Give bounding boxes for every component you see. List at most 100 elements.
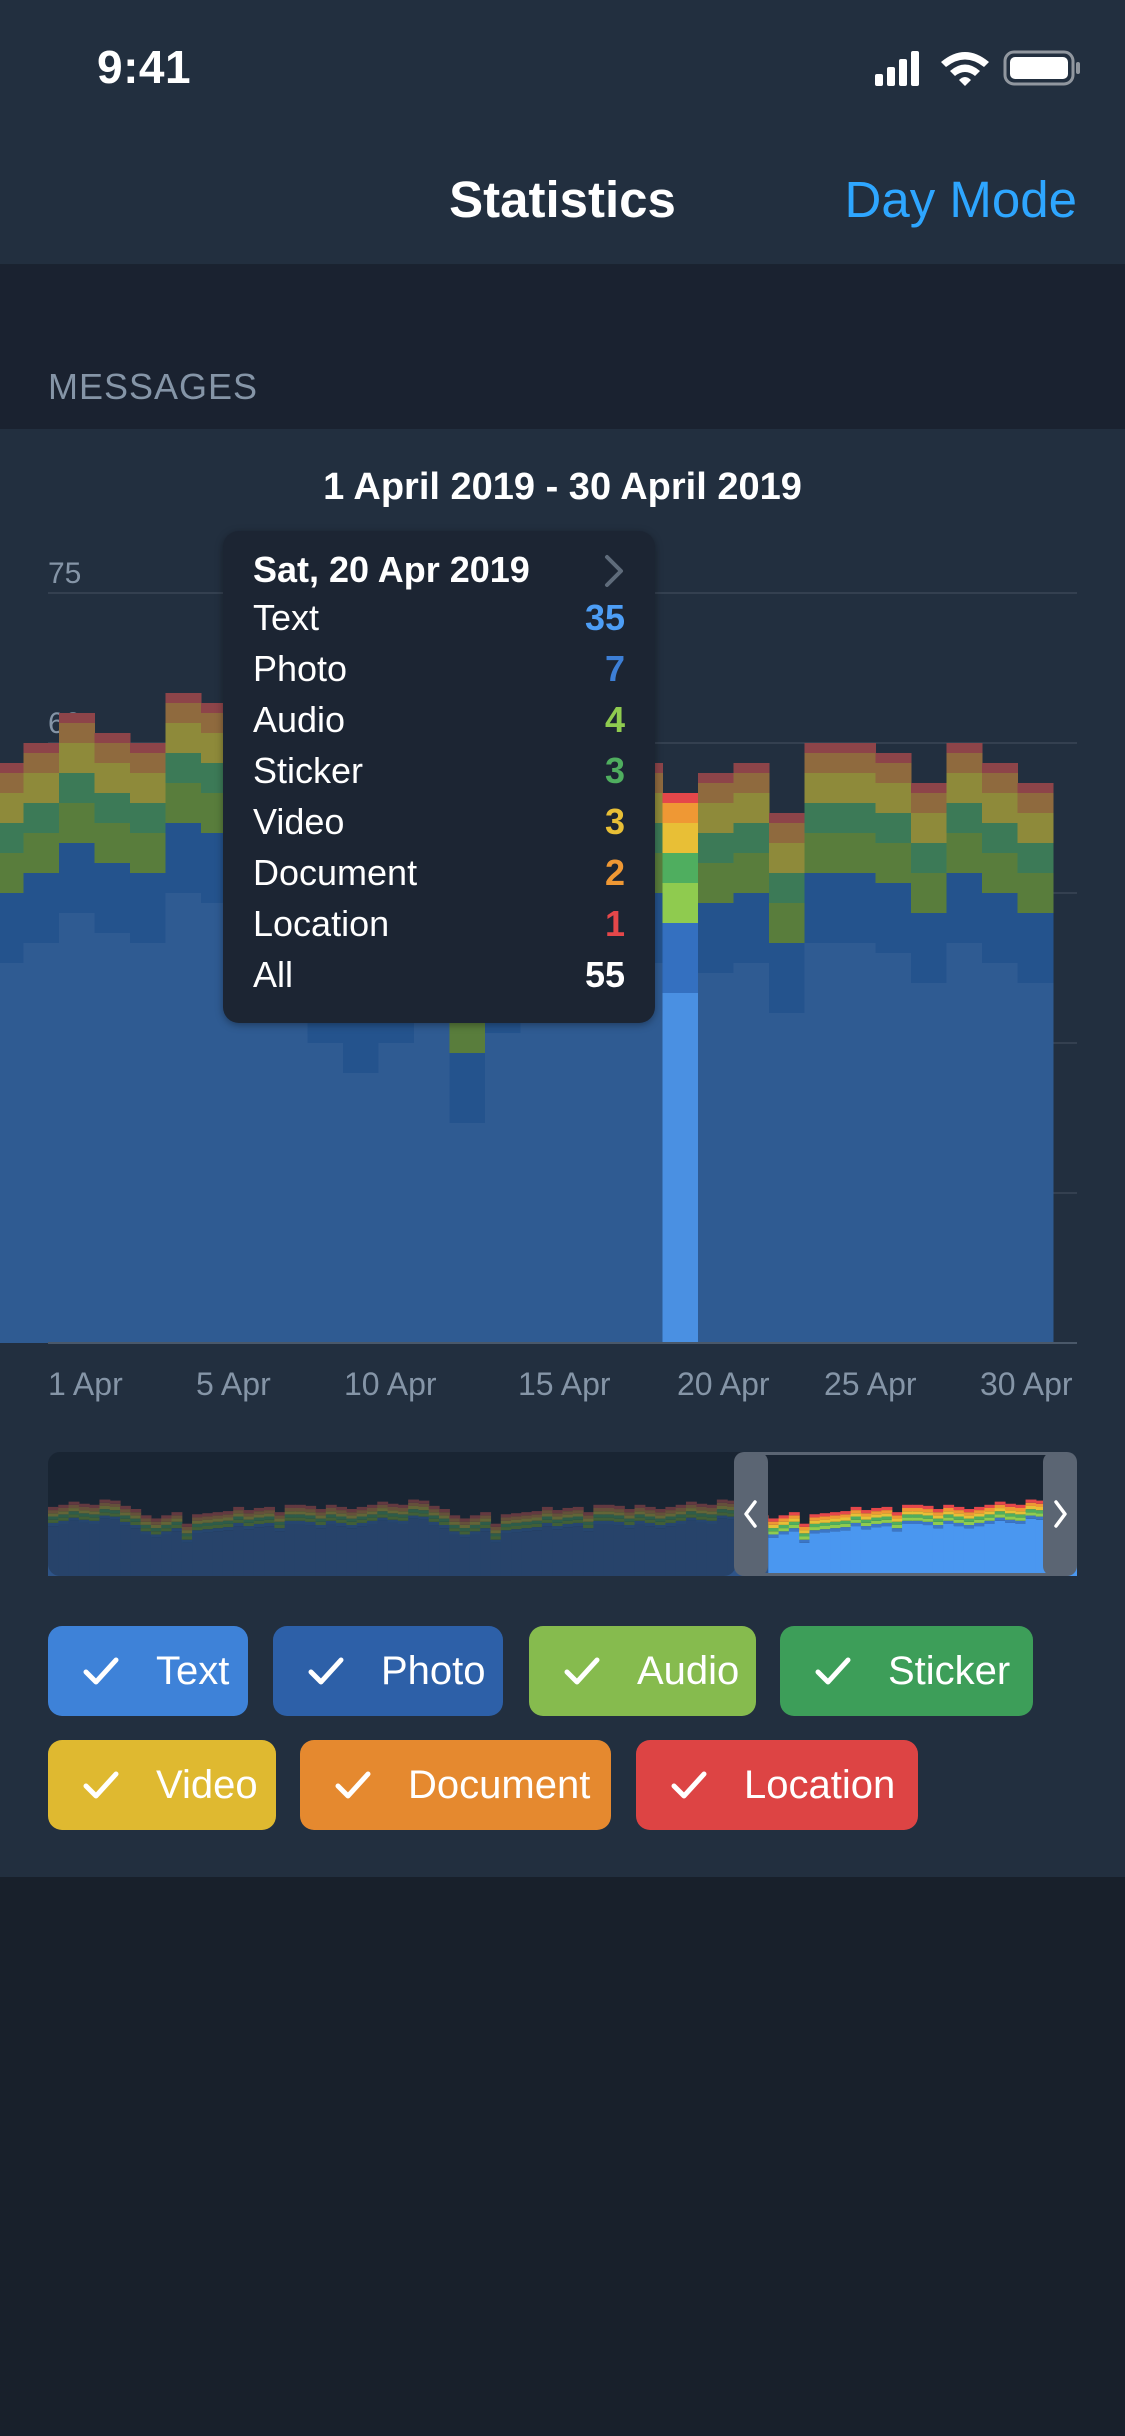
bar-segment-text[interactable] (875, 953, 912, 1343)
bar-segment-text[interactable] (307, 1043, 344, 1343)
bar-segment-sticker[interactable] (662, 853, 699, 883)
bar-segment-document[interactable] (0, 773, 24, 793)
bar-segment-document[interactable] (59, 723, 95, 743)
bar-segment-audio[interactable] (0, 853, 24, 893)
bar-segment-text[interactable] (94, 933, 131, 1343)
bar-segment-text[interactable] (591, 1003, 628, 1343)
bar-segment-text[interactable] (769, 1013, 805, 1343)
filter-chip-photo[interactable]: Photo (273, 1626, 503, 1716)
bar-segment-location[interactable] (875, 753, 912, 763)
chart-tooltip[interactable]: Sat, 20 Apr 2019 Text 35 Photo 7 Audio 4 Stick… (223, 531, 655, 1023)
bar-segment-text[interactable] (130, 943, 166, 1343)
bar-segment-document[interactable] (769, 823, 805, 843)
bar-segment-video[interactable] (875, 783, 912, 813)
filter-chip-document[interactable]: Document (300, 1740, 611, 1830)
bar-segment-location[interactable] (946, 743, 983, 753)
bar-segment-document[interactable] (165, 703, 202, 723)
bar-segment-video[interactable] (165, 723, 202, 753)
bar-segment-location[interactable] (662, 793, 699, 803)
chart-overview-scroller[interactable] (48, 1452, 1077, 1576)
bar-segment-photo[interactable] (1017, 913, 1054, 983)
bar-segment-location[interactable] (0, 763, 24, 773)
chevron-right-icon[interactable] (603, 553, 627, 589)
bar-segment-photo[interactable] (94, 863, 131, 933)
bar-segment-audio[interactable] (23, 833, 60, 873)
bar-segment-document[interactable] (875, 763, 912, 783)
bar-segment-location[interactable] (130, 743, 166, 753)
bar-segment-text[interactable] (520, 1023, 557, 1343)
bar-segment-photo[interactable] (946, 873, 983, 943)
bar-segment-photo[interactable] (0, 893, 24, 963)
bar-segment-photo[interactable] (804, 873, 841, 943)
bar-segment-photo[interactable] (698, 903, 734, 973)
bar-segment-audio[interactable] (875, 843, 912, 883)
bar-segment-text[interactable] (23, 943, 60, 1343)
bar-segment-photo[interactable] (733, 893, 770, 963)
bar-segment-audio[interactable] (662, 883, 699, 923)
bar-segment-sticker[interactable] (946, 803, 983, 833)
bar-segment-audio[interactable] (59, 803, 95, 843)
bar-segment-audio[interactable] (94, 823, 131, 863)
bar-segment-photo[interactable] (982, 893, 1018, 963)
bar-segment-sticker[interactable] (804, 803, 841, 833)
bar-segment-sticker[interactable] (59, 773, 95, 803)
filter-chip-location[interactable]: Location (636, 1740, 918, 1830)
bar-segment-video[interactable] (130, 773, 166, 803)
bar-segment-sticker[interactable] (23, 803, 60, 833)
bar-segment-document[interactable] (23, 753, 60, 773)
bar-segment-audio[interactable] (911, 873, 947, 913)
bar-segment-video[interactable] (804, 773, 841, 803)
bar-segment-text[interactable] (378, 1043, 415, 1343)
bar-segment-text[interactable] (0, 963, 24, 1343)
filter-chip-text[interactable]: Text (48, 1626, 248, 1716)
bar-segment-photo[interactable] (59, 843, 95, 913)
bar-segment-text[interactable] (272, 983, 308, 1343)
bar-segment-location[interactable] (165, 693, 202, 703)
bar-segment-sticker[interactable] (0, 823, 24, 853)
bar-segment-text[interactable] (698, 973, 734, 1343)
bar-segment-sticker[interactable] (875, 813, 912, 843)
overview-right-handle[interactable] (1043, 1452, 1077, 1576)
bar-segment-photo[interactable] (911, 913, 947, 983)
bar-segment-video[interactable] (1017, 813, 1054, 843)
bar-segment-text[interactable] (556, 1013, 592, 1343)
bar-segment-video[interactable] (911, 813, 947, 843)
overview-left-handle[interactable] (734, 1452, 768, 1576)
bar-segment-sticker[interactable] (982, 823, 1018, 853)
bar-segment-document[interactable] (698, 783, 734, 803)
bar-segment-video[interactable] (733, 793, 770, 823)
bar-segment-photo[interactable] (769, 943, 805, 1013)
bar-segment-sticker[interactable] (165, 753, 202, 783)
bar-segment-video[interactable] (662, 823, 699, 853)
bar-segment-document[interactable] (130, 753, 166, 773)
bar-segment-location[interactable] (698, 773, 734, 783)
bar-segment-text[interactable] (733, 963, 770, 1343)
bar-segment-text[interactable] (414, 1013, 450, 1343)
bar-segment-location[interactable] (804, 743, 841, 753)
bar-segment-video[interactable] (59, 743, 95, 773)
bar-segment-audio[interactable] (698, 863, 734, 903)
bar-segment-location[interactable] (23, 743, 60, 753)
bar-segment-photo[interactable] (662, 923, 699, 993)
bar-segment-text[interactable] (911, 983, 947, 1343)
bar-segment-photo[interactable] (449, 1053, 486, 1123)
bar-segment-document[interactable] (911, 793, 947, 813)
bar-segment-document[interactable] (946, 753, 983, 773)
bar-segment-text[interactable] (982, 963, 1018, 1343)
filter-chip-audio[interactable]: Audio (529, 1626, 756, 1716)
bar-segment-video[interactable] (94, 763, 131, 793)
bar-segment-text[interactable] (165, 893, 202, 1343)
bar-segment-document[interactable] (1017, 793, 1054, 813)
bar-segment-document[interactable] (840, 753, 876, 773)
bar-segment-video[interactable] (0, 793, 24, 823)
bar-segment-sticker[interactable] (130, 803, 166, 833)
bar-segment-location[interactable] (94, 733, 131, 743)
bar-segment-sticker[interactable] (94, 793, 131, 823)
bar-segment-photo[interactable] (130, 873, 166, 943)
bar-segment-document[interactable] (982, 773, 1018, 793)
bar-segment-sticker[interactable] (769, 873, 805, 903)
bar-segment-location[interactable] (769, 813, 805, 823)
bar-segment-document[interactable] (733, 773, 770, 793)
filter-chip-video[interactable]: Video (48, 1740, 276, 1830)
bar-segment-sticker[interactable] (840, 803, 876, 833)
